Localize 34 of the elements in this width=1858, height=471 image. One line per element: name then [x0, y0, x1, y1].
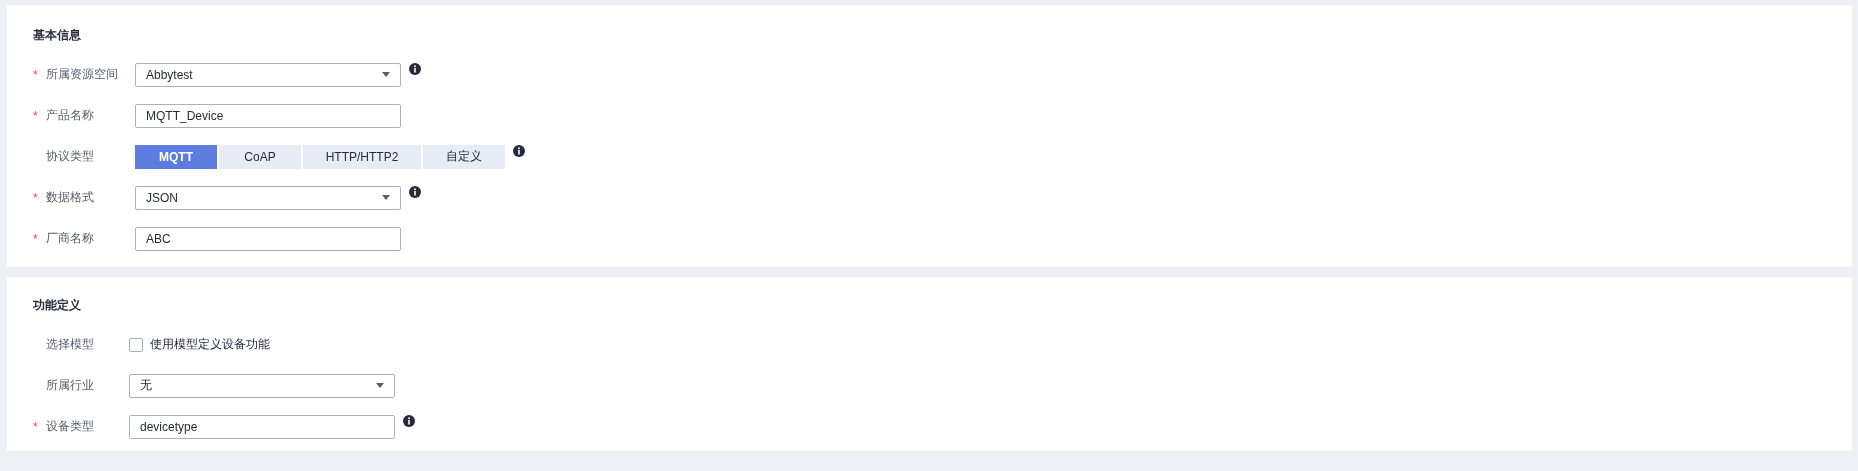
dropdown[interactable]: 无: [129, 373, 395, 398]
field-label: 所属资源空间: [46, 66, 118, 83]
text-field[interactable]: ABC: [135, 226, 401, 251]
protocol-option[interactable]: MQTT: [135, 144, 217, 169]
protocol-option[interactable]: 自定义: [423, 144, 505, 169]
text-field[interactable]: MQTT_Device: [135, 103, 401, 128]
required-mark: *: [33, 419, 39, 434]
field-label: 设备类型: [46, 418, 94, 435]
section-title: 功能定义: [33, 297, 81, 314]
caret-icon: [382, 195, 390, 200]
checkbox-label: 使用模型定义设备功能: [150, 336, 270, 353]
info-icon[interactable]: [403, 415, 415, 427]
required-mark: *: [33, 67, 39, 82]
field-label: 产品名称: [46, 107, 94, 124]
protocol-option[interactable]: CoAP: [219, 144, 301, 169]
required-mark: *: [33, 190, 39, 205]
info-icon[interactable]: [513, 145, 525, 157]
text-field[interactable]: devicetype: [129, 414, 395, 439]
field-label: 数据格式: [46, 189, 94, 206]
dropdown[interactable]: JSON: [135, 185, 401, 210]
field-label: 所属行业: [46, 377, 94, 394]
info-icon[interactable]: [409, 186, 421, 198]
dropdown[interactable]: Abbytest: [135, 62, 401, 87]
checkbox[interactable]: [129, 337, 143, 352]
caret-icon: [382, 72, 390, 77]
required-mark: *: [33, 231, 39, 246]
info-icon[interactable]: [409, 63, 421, 75]
required-mark: *: [33, 108, 39, 123]
caret-icon: [376, 383, 384, 388]
field-label: 协议类型: [46, 148, 94, 165]
field-label: 选择模型: [46, 336, 94, 353]
protocol-option[interactable]: HTTP/HTTP2: [303, 144, 421, 169]
section-title: 基本信息: [33, 27, 81, 44]
field-label: 厂商名称: [46, 230, 94, 247]
